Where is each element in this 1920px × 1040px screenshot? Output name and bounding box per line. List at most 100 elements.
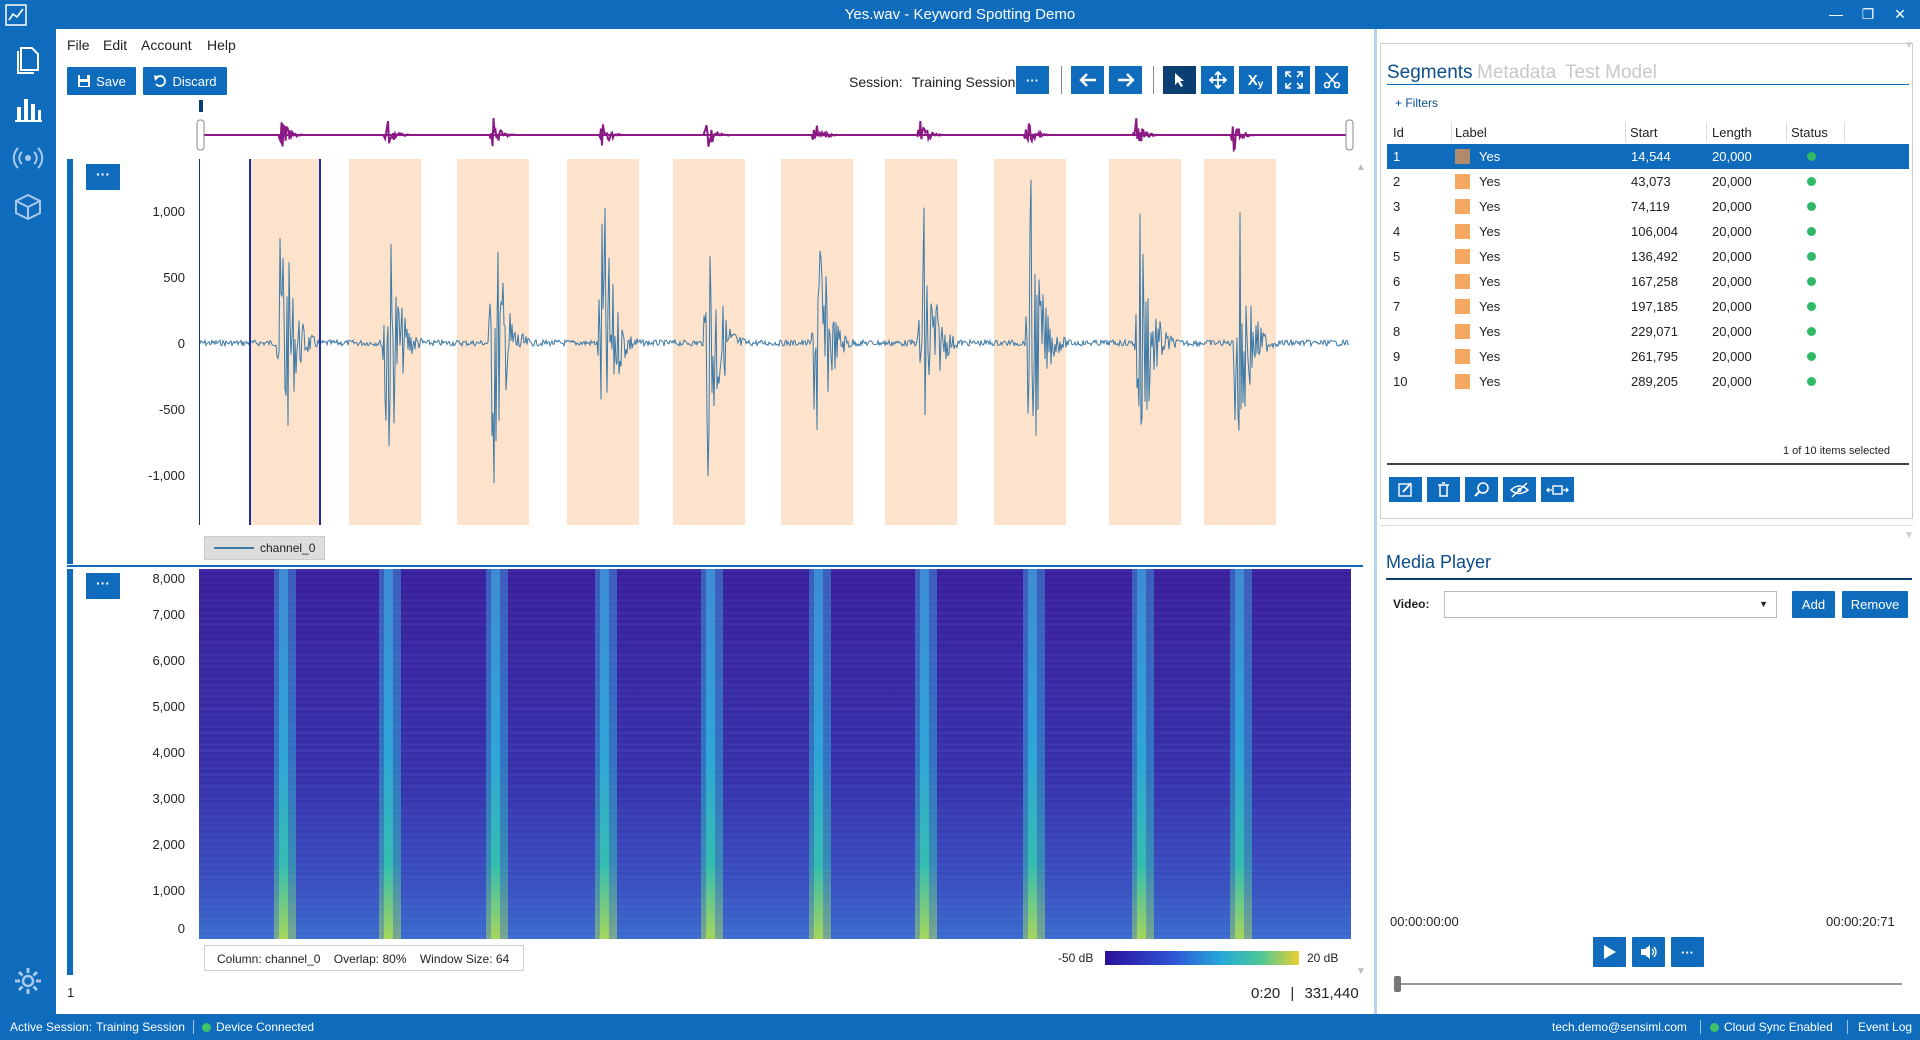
edit-segment-button[interactable] xyxy=(1389,477,1422,502)
spectrogram-panel-handle[interactable] xyxy=(67,569,73,975)
waveform-more-button[interactable]: ··· xyxy=(86,164,120,190)
label-color-swatch xyxy=(1455,224,1470,239)
row-id: 3 xyxy=(1393,199,1401,214)
menu-file[interactable]: File xyxy=(67,37,90,53)
row-length: 20,000 xyxy=(1712,199,1752,214)
row-id: 2 xyxy=(1393,174,1401,189)
column-length[interactable]: Length xyxy=(1712,125,1752,140)
media-player-title: Media Player xyxy=(1386,552,1492,572)
spectrogram-burst xyxy=(279,569,288,939)
model-cube-icon[interactable] xyxy=(12,191,44,223)
pan-tool-button[interactable] xyxy=(1201,66,1234,94)
waveform-scroll-up-icon[interactable]: ▲ xyxy=(1356,162,1366,173)
session-more-button[interactable]: ··· xyxy=(1016,66,1049,94)
spectrogram-band xyxy=(199,737,1351,740)
y-tick-label: 6,000 xyxy=(152,653,185,668)
y-tick-label: -500 xyxy=(158,402,185,417)
overview-burst xyxy=(810,125,838,140)
tab-metadata[interactable]: Metadata xyxy=(1477,62,1556,84)
y-tick-label: 5,000 xyxy=(152,699,185,714)
menu-account[interactable]: Account xyxy=(141,37,192,53)
overview-burst xyxy=(1131,118,1159,142)
overview-left-handle[interactable] xyxy=(196,119,205,151)
cut-tool-button[interactable] xyxy=(1315,66,1348,94)
media-more-button[interactable]: ··· xyxy=(1671,937,1704,967)
table-row[interactable]: 4 Yes 106,004 20,000 xyxy=(1387,219,1909,244)
fit-view-button[interactable] xyxy=(1277,66,1310,94)
menu-help[interactable]: Help xyxy=(207,37,236,53)
column-start[interactable]: Start xyxy=(1630,125,1657,140)
spectrogram-band xyxy=(199,575,1351,578)
column-status[interactable]: Status xyxy=(1791,125,1828,140)
spectrogram-band xyxy=(199,863,1351,866)
user-email[interactable]: tech.demo@sensiml.com xyxy=(1552,1020,1687,1034)
previous-arrow-button[interactable] xyxy=(1071,66,1104,94)
device-status-dot xyxy=(202,1023,211,1032)
split-segment-button[interactable] xyxy=(1541,477,1574,502)
segments-panel-collapse-icon[interactable]: ▼ xyxy=(1904,40,1914,51)
restore-icon[interactable]: ❐ xyxy=(1856,4,1880,24)
tab-test-model[interactable]: Test Model xyxy=(1565,62,1657,84)
remove-video-button[interactable]: Remove xyxy=(1842,591,1908,618)
column-label[interactable]: Label xyxy=(1455,125,1487,140)
hide-segment-button[interactable] xyxy=(1503,477,1536,502)
waveform-panel-handle[interactable] xyxy=(67,159,73,564)
status-dot xyxy=(1807,152,1816,161)
tab-segments[interactable]: Segments xyxy=(1387,62,1473,84)
select-tool-button[interactable] xyxy=(1163,66,1196,94)
filters-link[interactable]: + Filters xyxy=(1395,96,1438,110)
video-label: Video: xyxy=(1393,597,1430,611)
spectrogram-band xyxy=(199,659,1351,662)
spectrogram-scroll-down-icon[interactable]: ▼ xyxy=(1356,966,1366,977)
media-seek-track[interactable] xyxy=(1397,983,1902,985)
save-button[interactable]: Save xyxy=(67,67,136,95)
row-label: Yes xyxy=(1479,324,1501,339)
video-select[interactable]: ▼ xyxy=(1444,591,1777,618)
table-row[interactable]: 5 Yes 136,492 20,000 xyxy=(1387,244,1909,269)
spectrogram-band xyxy=(199,875,1351,878)
event-log-link[interactable]: Event Log xyxy=(1858,1020,1912,1034)
spectrogram-band xyxy=(199,569,1351,572)
right-panel-splitter[interactable] xyxy=(1374,29,1377,1014)
menu-edit[interactable]: Edit xyxy=(103,37,127,53)
settings-gear-icon[interactable] xyxy=(12,965,44,997)
media-panel-collapse-icon[interactable]: ▼ xyxy=(1904,530,1914,541)
xy-tool-button[interactable]: Xy xyxy=(1239,66,1272,94)
files-icon[interactable] xyxy=(12,43,44,75)
spectrogram-burst xyxy=(600,569,609,939)
spectrogram-band xyxy=(199,935,1351,938)
volume-button[interactable] xyxy=(1632,937,1665,967)
table-row[interactable]: 2 Yes 43,073 20,000 xyxy=(1387,169,1909,194)
data-explorer-icon[interactable] xyxy=(12,93,44,125)
table-row[interactable]: 1 Yes 14,544 20,000 xyxy=(1387,144,1909,169)
spectrogram-plot[interactable] xyxy=(199,569,1351,939)
spectrogram-band xyxy=(199,743,1351,746)
spectrogram-band xyxy=(199,605,1351,608)
zoom-segment-button[interactable] xyxy=(1465,477,1498,502)
device-signal-icon[interactable] xyxy=(12,142,44,174)
overview-strip[interactable] xyxy=(190,96,1360,154)
waveform-plot[interactable] xyxy=(199,159,1351,531)
spectrogram-band xyxy=(199,893,1351,896)
table-row[interactable]: 10 Yes 289,205 20,000 xyxy=(1387,369,1909,394)
table-row[interactable]: 6 Yes 167,258 20,000 xyxy=(1387,269,1909,294)
delete-segment-button[interactable] xyxy=(1427,477,1460,502)
table-row[interactable]: 8 Yes 229,071 20,000 xyxy=(1387,319,1909,344)
add-video-button[interactable]: Add xyxy=(1792,591,1835,618)
minimize-icon[interactable]: — xyxy=(1824,4,1848,24)
next-arrow-button[interactable] xyxy=(1109,66,1142,94)
table-row[interactable]: 3 Yes 74,119 20,000 xyxy=(1387,194,1909,219)
table-row[interactable]: 7 Yes 197,185 20,000 xyxy=(1387,294,1909,319)
overview-right-handle[interactable] xyxy=(1345,119,1354,151)
close-icon[interactable]: ✕ xyxy=(1888,4,1912,24)
column-id[interactable]: Id xyxy=(1393,125,1404,140)
media-seek-thumb[interactable] xyxy=(1394,976,1401,992)
legend-label: channel_0 xyxy=(260,541,316,555)
discard-button[interactable]: Discard xyxy=(143,67,227,95)
spectrogram-more-button[interactable]: ··· xyxy=(86,573,120,599)
play-button[interactable] xyxy=(1593,937,1626,967)
overview-cursor-marker[interactable] xyxy=(199,100,203,112)
table-row[interactable]: 9 Yes 261,795 20,000 xyxy=(1387,344,1909,369)
overlap-value: 80% xyxy=(382,952,407,966)
legend-line-swatch xyxy=(214,547,254,549)
